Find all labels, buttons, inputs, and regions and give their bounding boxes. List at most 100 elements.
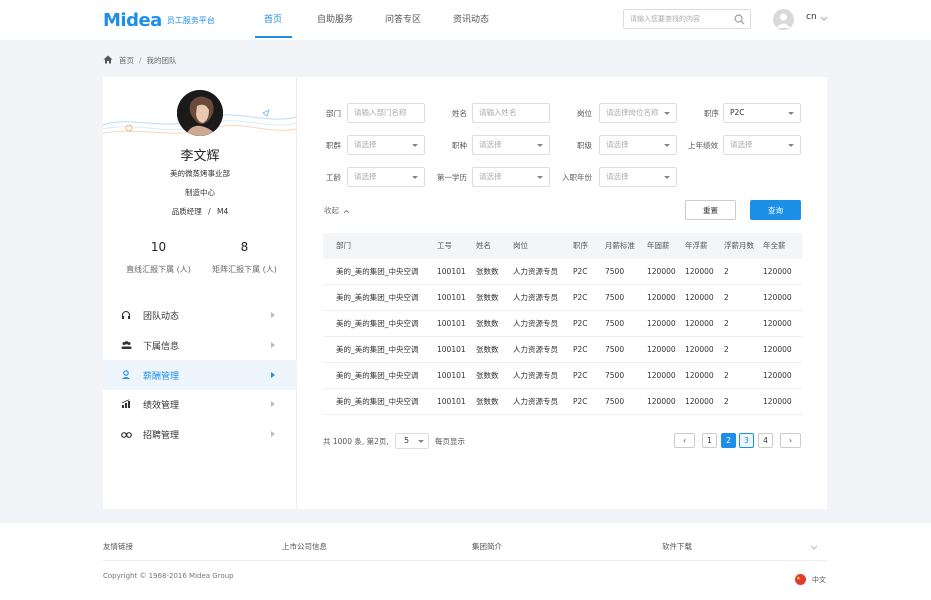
table-row[interactable]: 美的_美的集团_中央空调 100101 张数数 人力资源专员 P2C 7500 120000…	[323, 337, 802, 363]
column-header: 部门	[336, 241, 351, 250]
next-page-button[interactable]: ›	[780, 433, 801, 448]
cell-name: 张数数	[476, 371, 499, 380]
table-header: 部门 工号 姓名 岗位 职序 月薪标准 年固薪 年浮薪 浮薪月数 年全薪	[323, 233, 802, 259]
pagination-info: 共 1000 条, 第2页,	[323, 437, 389, 446]
caret-down-icon	[418, 440, 424, 443]
search-icon[interactable]	[734, 14, 745, 27]
cell-post: 人力资源专员	[513, 293, 558, 302]
binoculars-icon	[121, 429, 132, 442]
column-header: 浮薪月数	[724, 241, 754, 250]
cell-float-months: 2	[724, 319, 729, 328]
collapse-label: 收起	[324, 206, 339, 215]
cell-total: 120000	[763, 267, 792, 276]
grade-select-value: 请选择	[606, 140, 629, 149]
cell-dept: 美的_美的集团_中央空调	[336, 319, 419, 328]
footer-link-group-intro[interactable]: 集团简介	[472, 541, 502, 552]
dept-input[interactable]: 请输入部门名称	[347, 103, 425, 123]
table-row[interactable]: 美的_美的集团_中央空调 100101 张数数 人力资源专员 P2C 7500 120000…	[323, 311, 802, 337]
menu-salary-management[interactable]: 薪酬管理	[103, 360, 297, 390]
query-button[interactable]: 查询	[750, 200, 801, 220]
filter-dept-label: 部门	[326, 109, 341, 118]
cell-name: 张数数	[476, 319, 499, 328]
year-select[interactable]: 请选择	[599, 167, 677, 187]
page-1-button[interactable]: 1	[702, 433, 717, 448]
profile-center: 制造中心	[185, 188, 215, 197]
caret-down-icon	[537, 144, 543, 147]
page-2-button[interactable]: 2	[721, 433, 736, 448]
group-select[interactable]: 请选择	[347, 135, 425, 155]
menu-performance-management[interactable]: 绩效管理	[103, 389, 297, 419]
edu-select[interactable]: 请选择	[472, 167, 550, 187]
midea-logo[interactable]: Midea 员工服务平台	[103, 9, 215, 31]
perf-select[interactable]: 请选择	[723, 135, 801, 155]
cell-post: 人力资源专员	[513, 267, 558, 276]
table-row[interactable]: 美的_美的集团_中央空调 100101 张数数 人力资源专员 P2C 7500 120000…	[323, 259, 802, 285]
nav-home[interactable]: 首页	[264, 0, 282, 40]
menu-arrow-icon	[271, 372, 275, 378]
footer: 友情链接 上市公司信息 集团简介 软件下载 Copyright © 1968-2…	[0, 523, 931, 600]
table-row[interactable]: 美的_美的集团_中央空调 100101 张数数 人力资源专员 P2C 7500 120000…	[323, 285, 802, 311]
cell-dept: 美的_美的集团_中央空调	[336, 293, 419, 302]
chevron-down-icon[interactable]	[810, 544, 818, 553]
china-flag-icon[interactable]	[795, 574, 806, 585]
grade-select[interactable]: 请选择	[599, 135, 677, 155]
nav-news[interactable]: 资讯动态	[453, 0, 489, 40]
kind-select[interactable]: 请选择	[472, 135, 550, 155]
post-select[interactable]: 请选择岗位名称	[599, 103, 677, 123]
cell-dept: 美的_美的集团_中央空调	[336, 371, 419, 380]
cell-id: 100101	[437, 345, 466, 354]
page-size-value: 5	[404, 436, 410, 445]
cell-dept: 美的_美的集团_中央空调	[336, 397, 419, 406]
table-row[interactable]: 美的_美的集团_中央空调 100101 张数数 人力资源专员 P2C 7500 120000…	[323, 389, 802, 415]
cell-fixed: 120000	[647, 345, 676, 354]
cell-float: 120000	[685, 345, 714, 354]
cell-monthly: 7500	[605, 319, 625, 328]
language-selector[interactable]: cn	[806, 12, 817, 22]
profile-title: 品质经理	[171, 207, 202, 216]
cell-id: 100101	[437, 319, 466, 328]
cell-float: 120000	[685, 293, 714, 302]
table-row[interactable]: 美的_美的集团_中央空调 100101 张数数 人力资源专员 P2C 7500 120000…	[323, 363, 802, 389]
matrix-report-label: 矩阵汇报下属 (人)	[212, 265, 277, 274]
copyright-text: Copyright © 1968-2016 Midea Group	[103, 572, 234, 580]
prev-page-button[interactable]: ‹	[674, 433, 695, 448]
menu-arrow-icon	[271, 431, 275, 437]
cell-monthly: 7500	[605, 345, 625, 354]
footer-language[interactable]: 中文	[812, 575, 826, 585]
page-3-button[interactable]: 3	[739, 433, 754, 448]
menu-label: 下属信息	[143, 341, 180, 352]
cell-float-months: 2	[724, 267, 729, 276]
menu-subordinate-info[interactable]: 下属信息	[103, 330, 297, 360]
cell-seq: P2C	[573, 345, 588, 354]
cell-monthly: 7500	[605, 371, 625, 380]
menu-recruitment-management[interactable]: 招聘管理	[103, 419, 297, 449]
home-icon[interactable]	[103, 55, 113, 66]
direct-report-label: 直线汇报下属 (人)	[126, 265, 191, 274]
nav-qa[interactable]: 问答专区	[385, 0, 421, 40]
filter-name-label: 姓名	[452, 109, 467, 118]
footer-link-listed-company[interactable]: 上市公司信息	[282, 541, 327, 552]
caret-down-icon	[412, 176, 418, 179]
filter-seq-label: 职序	[704, 109, 719, 118]
chevron-down-icon[interactable]	[820, 15, 828, 24]
seq-select[interactable]: P2C	[723, 103, 801, 123]
name-input[interactable]: 请输入姓名	[472, 103, 550, 123]
user-avatar[interactable]	[773, 9, 794, 30]
cell-seq: P2C	[573, 397, 588, 406]
page-size-select[interactable]: 5	[395, 433, 429, 449]
column-header: 年固薪	[647, 241, 670, 250]
top-header: Midea 员工服务平台 首页 自助服务 问答专区 资讯动态 cn	[0, 0, 931, 40]
collapse-toggle[interactable]: 收起	[324, 205, 350, 216]
nav-self-service[interactable]: 自助服务	[317, 0, 353, 40]
column-header: 工号	[437, 241, 452, 250]
page-4-button[interactable]: 4	[758, 433, 773, 448]
reset-button[interactable]: 重置	[685, 200, 736, 220]
footer-link-friends[interactable]: 友情链接	[103, 541, 133, 552]
age-select[interactable]: 请选择	[347, 167, 425, 187]
menu-team-dynamics[interactable]: 团队动态	[103, 300, 297, 330]
cell-fixed: 120000	[647, 319, 676, 328]
breadcrumb-home[interactable]: 首页	[119, 55, 134, 66]
post-select-value: 请选择岗位名称	[606, 108, 659, 117]
search-input[interactable]	[624, 10, 728, 28]
footer-link-software-download[interactable]: 软件下载	[662, 541, 692, 552]
